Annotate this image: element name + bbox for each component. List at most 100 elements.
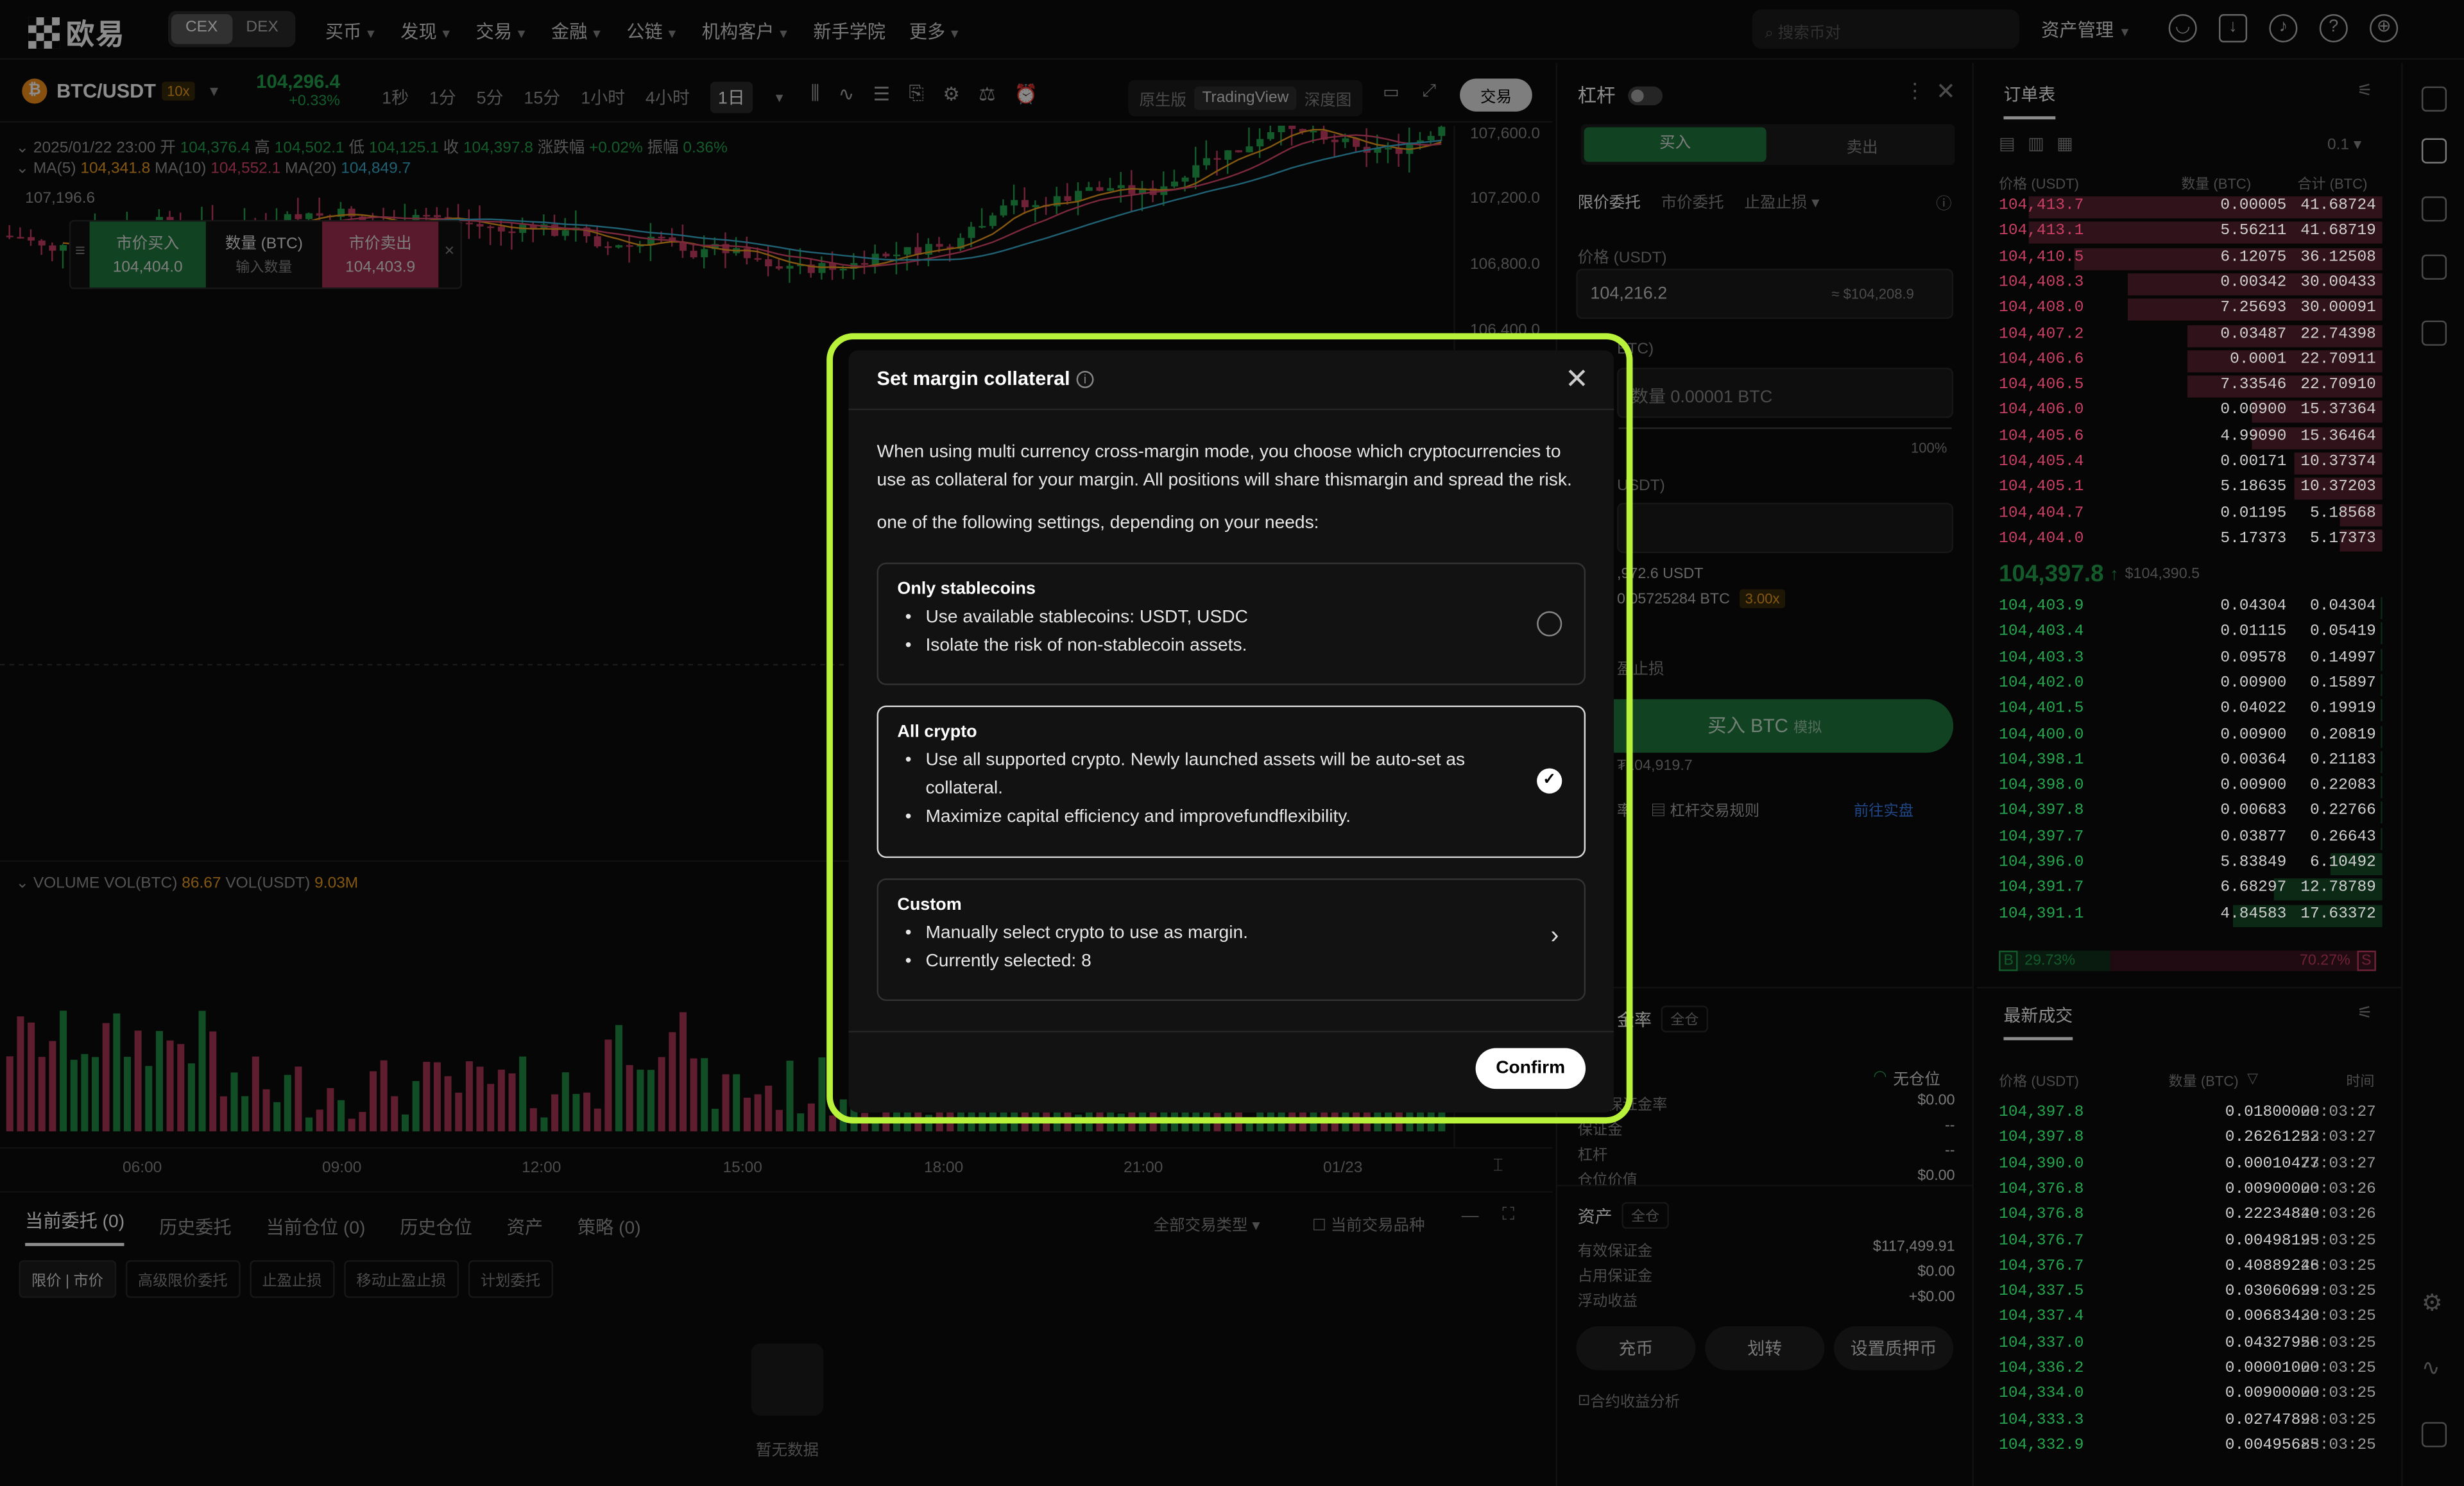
ask-row[interactable]: 104,410.5 6.12075 36.12508 [1989, 246, 2383, 271]
bid-total: 0.26643 [2309, 829, 2376, 847]
bid-row[interactable]: 104,403.9 0.04304 0.04304 [1989, 595, 2383, 620]
option-all-crypto[interactable]: All crypto Use all supported crypto. New… [877, 705, 1586, 858]
dialog-description: When using multi currency cross-margin m… [877, 443, 1572, 533]
option-custom[interactable]: Custom Manually select crypto to use as … [877, 878, 1586, 1002]
trade-time: 23:03:26 [2300, 1207, 2376, 1225]
bid-qty: 5.83849 [2220, 855, 2287, 873]
check-icon[interactable]: ✓ [1537, 768, 1562, 794]
dialog-header: Set margin collateral i ✕ [848, 350, 1614, 411]
ask-qty: 6.12075 [2220, 249, 2287, 267]
depth-bar [2381, 751, 2383, 773]
bid-row[interactable]: 104,391.1 4.84583 17.63372 [1989, 903, 2383, 928]
ask-qty: 0.00342 [2220, 275, 2287, 293]
bid-total: 0.14997 [2309, 649, 2376, 667]
ask-row[interactable]: 104,405.4 0.00171 10.37374 [1989, 451, 2383, 476]
bid-total: 0.21183 [2309, 752, 2376, 770]
bid-qty: 0.00364 [2220, 752, 2287, 770]
depth-bar [2381, 622, 2383, 645]
trade-price: 104,376.7 [1999, 1258, 2084, 1276]
ask-qty: 5.17373 [2220, 531, 2287, 549]
bid-qty: 0.01115 [2220, 624, 2287, 642]
trade-row: 104,397.8 0.01800000 23:03:27 [1989, 1102, 2382, 1127]
bid-row[interactable]: 104,396.0 5.83849 6.10492 [1989, 851, 2383, 876]
ask-total: 22.74398 [2300, 326, 2376, 344]
bid-price: 104,397.7 [1999, 829, 2084, 847]
close-icon[interactable]: ✕ [1565, 363, 1589, 396]
ask-price: 104,404.7 [1999, 505, 2084, 523]
trade-time: 23:03:25 [2300, 1335, 2376, 1353]
ask-qty: 0.00171 [2220, 454, 2287, 472]
bid-row[interactable]: 104,402.0 0.00900 0.15897 [1989, 672, 2383, 697]
bid-row[interactable]: 104,398.1 0.00364 0.21183 [1989, 749, 2383, 774]
trade-time: 23:03:25 [2300, 1386, 2376, 1404]
bid-row[interactable]: 104,391.7 6.68297 12.78789 [1989, 877, 2383, 902]
ask-row[interactable]: 104,408.3 0.00342 30.00433 [1989, 271, 2383, 296]
ask-row[interactable]: 104,406.0 0.00900 15.37364 [1989, 400, 2383, 425]
ask-total: 41.68719 [2300, 223, 2376, 241]
ask-row[interactable]: 104,406.5 7.33546 22.70910 [1989, 374, 2383, 399]
bid-total: 0.05419 [2309, 624, 2376, 642]
ask-qty: 0.03487 [2220, 326, 2287, 344]
bid-price: 104,402.0 [1999, 675, 2084, 693]
bid-qty: 0.00900 [2220, 726, 2287, 744]
info-icon[interactable]: i [1076, 370, 1094, 388]
dialog-footer: Confirm [848, 1030, 1614, 1113]
ask-qty: 0.00005 [2220, 198, 2287, 216]
ask-total: 5.17373 [2309, 531, 2376, 549]
bid-row[interactable]: 104,398.0 0.00900 0.22083 [1989, 775, 2383, 800]
depth-bar [2381, 801, 2383, 824]
trade-price: 104,376.8 [1999, 1181, 2084, 1199]
trade-time: 23:03:25 [2300, 1284, 2376, 1302]
option-only-stablecoins[interactable]: Only stablecoins Use available stablecoi… [877, 562, 1586, 685]
trade-price: 104,376.8 [1999, 1207, 2084, 1225]
bid-row[interactable]: 104,400.0 0.00900 0.20819 [1989, 724, 2383, 749]
bid-total: 0.19919 [2309, 701, 2376, 719]
ask-row[interactable]: 104,405.1 5.18635 10.37203 [1989, 477, 2383, 502]
bid-qty: 0.00900 [2220, 778, 2287, 796]
ask-row[interactable]: 104,404.0 5.17373 5.17373 [1989, 528, 2383, 553]
ask-row[interactable]: 104,406.6 0.0001 22.70911 [1989, 348, 2383, 373]
trade-row: 104,337.0 0.04327956 23:03:25 [1989, 1332, 2382, 1357]
trade-price: 104,397.8 [1999, 1130, 2084, 1148]
bid-qty: 0.04304 [2220, 599, 2287, 617]
depth-bar [2381, 776, 2383, 799]
ask-total: 15.37364 [2300, 402, 2376, 420]
bid-row[interactable]: 104,403.3 0.09578 0.14997 [1989, 647, 2383, 672]
ask-price: 104,406.0 [1999, 402, 2084, 420]
bid-price: 104,398.0 [1999, 778, 2084, 796]
ask-qty: 4.99090 [2220, 428, 2287, 446]
bid-qty: 4.84583 [2220, 906, 2287, 924]
ask-price: 104,405.6 [1999, 428, 2084, 446]
ask-qty: 7.25693 [2220, 300, 2287, 318]
bid-price: 104,391.1 [1999, 906, 2084, 924]
radio-unchecked-icon[interactable] [1537, 611, 1562, 636]
trade-row: 104,390.0 0.00010477 23:03:27 [1989, 1153, 2382, 1178]
bid-qty: 0.09578 [2220, 649, 2287, 667]
bid-qty: 0.00900 [2220, 675, 2287, 693]
ask-row[interactable]: 104,407.2 0.03487 22.74398 [1989, 323, 2383, 348]
ask-price: 104,406.5 [1999, 377, 2084, 395]
chevron-right-icon[interactable]: › [1550, 923, 1559, 951]
ask-row[interactable]: 104,413.7 0.00005 41.68724 [1989, 195, 2383, 220]
ask-row[interactable]: 104,413.1 5.56211 41.68719 [1989, 221, 2383, 246]
bid-total: 12.78789 [2300, 880, 2376, 898]
confirm-button[interactable]: Confirm [1475, 1048, 1586, 1089]
bid-row[interactable]: 104,401.5 0.04022 0.19919 [1989, 698, 2383, 723]
trade-time: 23:03:25 [2300, 1233, 2376, 1251]
bid-total: 0.20819 [2309, 726, 2376, 744]
trade-time: 23:03:25 [2300, 1309, 2376, 1327]
bid-qty: 0.00683 [2220, 803, 2287, 821]
trade-row: 104,397.8 0.26261252 23:03:27 [1989, 1127, 2382, 1152]
ask-row[interactable]: 104,405.6 4.99090 15.36464 [1989, 425, 2383, 450]
bid-total: 6.10492 [2309, 855, 2376, 873]
bid-row[interactable]: 104,397.8 0.00683 0.22766 [1989, 800, 2383, 825]
trade-row: 104,376.7 0.40889246 23:03:25 [1989, 1255, 2382, 1280]
depth-bar [2381, 597, 2383, 619]
ask-total: 22.70911 [2300, 352, 2376, 370]
ask-row[interactable]: 104,404.7 0.01195 5.18568 [1989, 502, 2383, 527]
trade-row: 104,376.7 0.00498195 23:03:25 [1989, 1229, 2382, 1254]
bid-row[interactable]: 104,403.4 0.01115 0.05419 [1989, 621, 2383, 646]
bid-row[interactable]: 104,397.7 0.03877 0.26643 [1989, 826, 2383, 851]
ask-price: 104,413.1 [1999, 223, 2084, 241]
ask-row[interactable]: 104,408.0 7.25693 30.00091 [1989, 297, 2383, 322]
